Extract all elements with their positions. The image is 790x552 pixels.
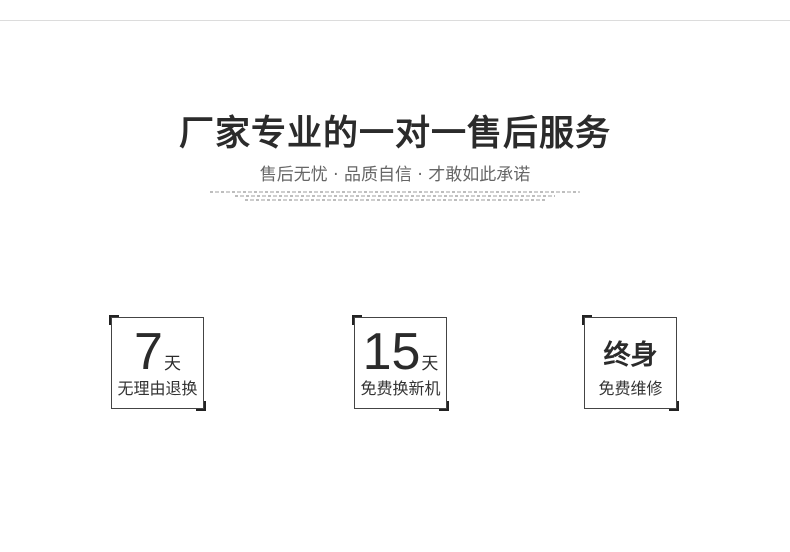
- page-title: 厂家专业的一对一售后服务: [178, 114, 611, 154]
- badge-7-day-return: 7天 无理由退换: [109, 315, 206, 411]
- fine-print-line: [235, 195, 555, 197]
- badge-lifetime-repair: 终身 免费维修: [582, 315, 679, 411]
- badge-15-day-replace: 15天 免费换新机: [352, 315, 449, 411]
- badge-unit: 天: [163, 354, 181, 374]
- corner-mark: [669, 401, 679, 411]
- badge-number: 15: [362, 323, 421, 381]
- badge-duration: 15天: [355, 326, 446, 378]
- fine-print-line: [210, 191, 580, 193]
- corner-mark: [109, 315, 119, 325]
- fine-print-line: [245, 199, 545, 201]
- badge-lifetime-text: 终身: [603, 340, 658, 371]
- decorative-fine-print: [210, 191, 580, 203]
- badge-label: 免费维修: [598, 379, 663, 398]
- badge-label: 无理由退换: [117, 379, 198, 398]
- badge-number: 7: [134, 323, 163, 381]
- badge-unit: 天: [421, 354, 439, 374]
- corner-mark: [196, 401, 206, 411]
- page-subtitle: 售后无忧 · 品质自信 · 才敢如此承诺: [259, 165, 531, 185]
- top-divider: [0, 20, 790, 21]
- badge-label: 免费换新机: [360, 379, 441, 398]
- corner-mark: [352, 315, 362, 325]
- corner-mark: [582, 315, 592, 325]
- badge-duration: 7天: [112, 326, 203, 378]
- corner-mark: [439, 401, 449, 411]
